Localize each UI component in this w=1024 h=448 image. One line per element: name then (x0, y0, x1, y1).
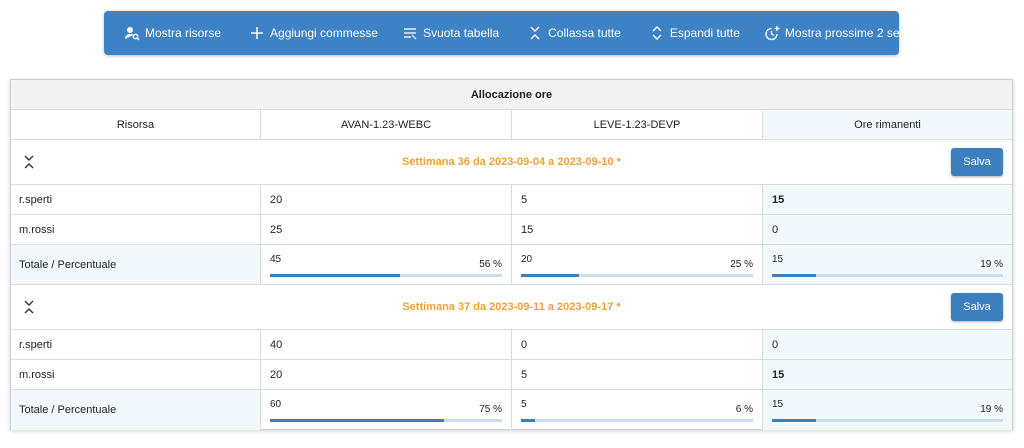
progress-fill (521, 274, 579, 277)
week-group-header: Settimana 37 da 2023-09-11 a 2023-09-17 … (11, 285, 1012, 330)
progress-bar (270, 419, 502, 422)
hours-cell[interactable]: 15 (512, 215, 763, 244)
expand-all-button[interactable]: Espandi tutte (649, 11, 752, 55)
remaining-hours-cell: 0 (763, 330, 1012, 359)
total-cell: 5 6 % (512, 390, 763, 430)
column-header-resource: Risorsa (11, 110, 261, 139)
table-row: m.rossi 20 5 15 (11, 360, 1012, 390)
resource-name: r.sperti (11, 185, 261, 214)
hours-cell[interactable]: 20 (261, 185, 512, 214)
table-title: Allocazione ore (11, 80, 1012, 110)
total-value: 5 (521, 399, 527, 410)
progress-bar (521, 419, 753, 422)
resource-name: m.rossi (11, 215, 261, 244)
table-row: r.sperti 40 0 0 (11, 330, 1012, 360)
show-resources-button[interactable]: Mostra risorse (124, 11, 233, 55)
progress-fill (772, 274, 816, 277)
progress-bar (772, 419, 1003, 422)
total-value: 45 (270, 254, 282, 265)
total-value: 20 (521, 254, 533, 265)
column-header-order-1: AVAN-1.23-WEBC (261, 110, 512, 139)
table-row: m.rossi 25 15 0 (11, 215, 1012, 245)
total-value: 15 (772, 399, 784, 410)
total-percentage: 25 % (730, 259, 753, 270)
plus-icon (249, 25, 265, 41)
show-next-two-weeks-button[interactable]: Mostra prossime 2 settimane (764, 11, 951, 55)
hours-cell[interactable]: 5 (512, 360, 763, 389)
progress-bar (521, 274, 753, 277)
progress-fill (521, 419, 535, 422)
show-resources-label: Mostra risorse (145, 26, 222, 40)
total-row: Totale / Percentuale 60 75 % 5 6 % 15 19… (11, 390, 1012, 430)
expand-all-icon (649, 25, 665, 41)
column-header-order-2: LEVE-1.23-DEVP (512, 110, 763, 139)
collapse-all-label: Collassa tutte (548, 26, 621, 40)
hours-allocation-table: Allocazione ore Risorsa AVAN-1.23-WEBC L… (10, 79, 1013, 430)
clear-table-button[interactable]: Svuota tabella (402, 11, 511, 55)
week-title: Settimana 36 da 2023-09-04 a 2023-09-10 … (402, 156, 621, 168)
collapse-icon[interactable] (23, 154, 35, 170)
remaining-hours-cell: 15 (763, 360, 1012, 389)
add-orders-label: Aggiungi commesse (270, 26, 379, 40)
table-row: r.sperti 20 5 15 (11, 185, 1012, 215)
user-search-icon (124, 25, 140, 41)
total-cell: 15 19 % (763, 390, 1012, 430)
total-value: 60 (270, 399, 282, 410)
clear-table-label: Svuota tabella (423, 26, 500, 40)
progress-fill (270, 419, 444, 422)
show-next-two-weeks-label: Mostra prossime 2 settimane (784, 26, 939, 40)
total-row: Totale / Percentuale 45 56 % 20 25 % 15 … (11, 245, 1012, 285)
resource-name: r.sperti (11, 330, 261, 359)
total-cell: 45 56 % (261, 245, 512, 284)
remaining-hours-cell: 0 (763, 215, 1012, 244)
hours-cell[interactable]: 20 (261, 360, 512, 389)
expand-all-label: Espandi tutte (669, 26, 740, 40)
hours-cell[interactable]: 25 (261, 215, 512, 244)
hours-cell[interactable]: 0 (512, 330, 763, 359)
save-button[interactable]: Salva (951, 148, 1003, 176)
column-header-remaining: Ore rimanenti (763, 110, 1012, 139)
clear-table-icon (402, 25, 418, 41)
total-percentage: 19 % (980, 259, 1003, 270)
toolbar: Mostra risorse Aggiungi commesse Svuota … (104, 11, 939, 55)
total-label: Totale / Percentuale (11, 390, 261, 430)
collapse-all-icon (527, 25, 543, 41)
week-group-header: Settimana 36 da 2023-09-04 a 2023-09-10 … (11, 140, 1012, 185)
add-orders-button[interactable]: Aggiungi commesse (249, 11, 390, 55)
progress-fill (270, 274, 400, 277)
total-percentage: 56 % (479, 259, 502, 270)
progress-bar (270, 274, 502, 277)
total-percentage: 75 % (479, 404, 502, 415)
hours-cell[interactable]: 40 (261, 330, 512, 359)
total-value: 15 (772, 254, 784, 265)
progress-bar (772, 274, 1003, 277)
total-percentage: 6 % (735, 404, 753, 415)
total-cell: 20 25 % (512, 245, 763, 284)
collapse-all-button[interactable]: Collassa tutte (527, 11, 633, 55)
clock-plus-icon (764, 25, 780, 41)
save-button[interactable]: Salva (951, 293, 1003, 321)
remaining-hours-cell: 15 (763, 185, 1012, 214)
total-cell: 15 19 % (763, 245, 1012, 284)
table-header-row: Risorsa AVAN-1.23-WEBC LEVE-1.23-DEVP Or… (11, 110, 1012, 140)
total-label: Totale / Percentuale (11, 245, 261, 284)
total-cell: 60 75 % (261, 390, 512, 430)
progress-fill (772, 419, 816, 422)
resource-name: m.rossi (11, 360, 261, 389)
hours-cell[interactable]: 5 (512, 185, 763, 214)
week-title: Settimana 37 da 2023-09-11 a 2023-09-17 … (402, 301, 621, 313)
collapse-icon[interactable] (23, 299, 35, 315)
total-percentage: 19 % (980, 404, 1003, 415)
